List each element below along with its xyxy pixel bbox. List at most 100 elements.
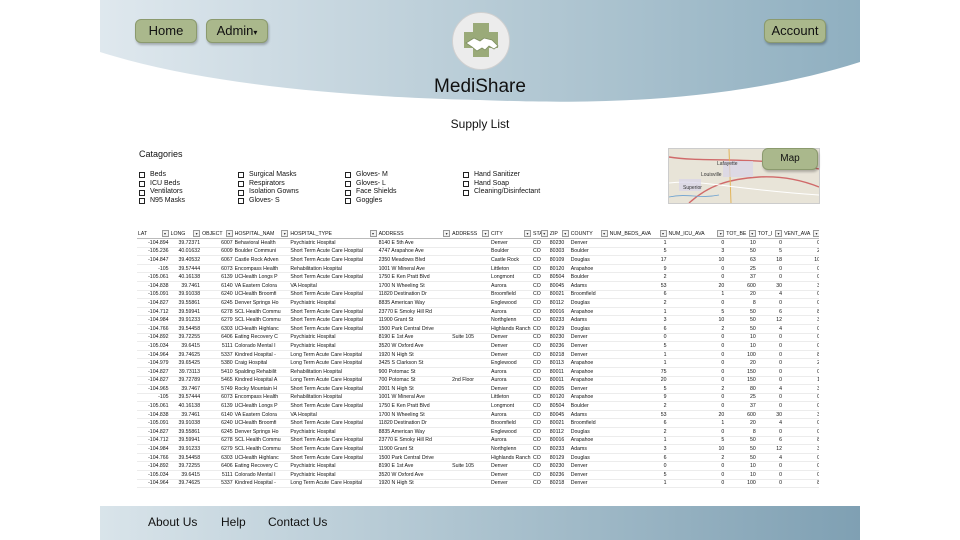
category-item[interactable]: Gloves- M <box>345 171 396 180</box>
column-header[interactable]: ADDRESS ▾ <box>451 229 490 239</box>
column-header[interactable]: NUM_BEDS_AVA ▾ <box>608 229 668 239</box>
account-button[interactable]: Account <box>764 19 826 43</box>
category-checkbox[interactable] <box>139 189 145 196</box>
category-checkbox[interactable] <box>238 181 244 188</box>
table-row[interactable]: -104.984 39.91233 6279 SCL Health Commu Shor… <box>137 315 819 325</box>
table-row[interactable]: -104.892 39.72255 6406 Eating Recovery C Psy… <box>137 333 819 343</box>
column-header[interactable]: TOT_BE ▾ <box>725 229 757 239</box>
filter-dropdown-icon[interactable]: ▾ <box>775 230 783 237</box>
column-header[interactable]: VENT_AVA ▾ <box>783 229 819 239</box>
home-button[interactable]: Home <box>135 19 197 43</box>
table-row[interactable]: -105.034 39.6415 5111 Colorado Mental I Psyc… <box>137 470 819 480</box>
table-row[interactable]: -105 39.57444 6073 Encompass Health Rehabili… <box>137 393 819 403</box>
column-header[interactable]: LAT ▾ <box>137 229 170 239</box>
category-checkbox[interactable] <box>463 172 469 179</box>
category-item[interactable]: Cleaning/Disinfectant <box>463 188 540 197</box>
table-row[interactable]: -104.964 39.74625 5337 Kindred Hospital - Lo… <box>137 479 819 489</box>
map-button[interactable]: Map <box>762 148 818 170</box>
category-checkbox[interactable] <box>463 189 469 196</box>
help-link[interactable]: Help <box>221 515 246 529</box>
table-row[interactable]: -104.892 39.72255 6406 Eating Recovery C Psy… <box>137 461 819 472</box>
filter-dropdown-icon[interactable]: ▾ <box>540 230 548 237</box>
category-item[interactable]: Face Shields <box>345 188 396 197</box>
category-checkbox[interactable] <box>345 189 351 196</box>
table-row[interactable]: -105.236 40.01632 6009 Boulder Communi Short… <box>137 247 819 257</box>
table-row[interactable]: -104.827 39.55861 6245 Denver Springs Ho Psy… <box>137 298 819 308</box>
category-checkbox[interactable] <box>139 181 145 188</box>
category-checkbox[interactable] <box>345 172 351 179</box>
column-header[interactable]: STA ▾ <box>532 229 549 239</box>
column-header[interactable]: CITY ▾ <box>489 229 532 239</box>
category-item[interactable]: Isolation Gowns <box>238 188 299 197</box>
admin-menu-button[interactable]: Admin▾ <box>206 19 268 43</box>
table-row[interactable]: -105.061 40.16138 6139 UCHealth Longs P Shor… <box>137 272 819 282</box>
table-row[interactable]: -104.838 39.7461 6140 VA Eastern Colora VA H… <box>137 281 819 291</box>
table-row[interactable]: -105.091 39.91038 6240 UCHealth Broomfi Shor… <box>137 418 819 429</box>
column-header[interactable]: NUM_ICU_AVA ▾ <box>667 229 726 239</box>
column-header[interactable]: COUNTY ▾ <box>569 229 609 239</box>
filter-dropdown-icon[interactable]: ▾ <box>748 230 756 237</box>
table-row[interactable]: -104.979 39.65425 5380 Craig Hospital Long T… <box>137 358 819 368</box>
category-item[interactable]: Hand Sanitizer <box>463 171 540 180</box>
category-item[interactable]: N95 Masks <box>139 197 185 206</box>
table-row[interactable]: -105.061 40.16138 6139 UCHealth Longs P Shor… <box>137 401 819 411</box>
table-row[interactable]: -104.712 39.59941 6278 SCL Health Commu Shor… <box>137 436 819 446</box>
filter-dropdown-icon[interactable]: ▾ <box>281 230 289 237</box>
filter-dropdown-icon[interactable]: ▾ <box>193 230 201 237</box>
table-row[interactable]: -104.964 39.74625 5337 Kindred Hospital - Lo… <box>137 350 819 360</box>
table-row[interactable]: -105 39.57444 6073 Encompass Health Rehabili… <box>137 264 819 274</box>
table-row[interactable]: -104.766 39.54458 6303 UCHealth Highlanc Sho… <box>137 324 819 334</box>
column-header[interactable]: ZIP ▾ <box>548 229 570 239</box>
contact-us-link[interactable]: Contact Us <box>268 515 327 529</box>
category-item[interactable]: Goggles <box>345 197 396 206</box>
table-cell: 1700 N Wheeling St <box>377 410 452 420</box>
table-row[interactable]: -104.827 39.73113 5410 Spalding Rehabilit Re… <box>137 367 819 377</box>
table-row[interactable]: -104.838 39.7461 6140 VA Eastern Colora VA H… <box>137 410 819 420</box>
table-row[interactable]: -104.827 39.55861 6245 Denver Springs Ho Psy… <box>137 427 819 437</box>
category-item[interactable]: Surgical Masks <box>238 171 299 180</box>
category-item[interactable]: Beds <box>139 171 185 180</box>
category-item[interactable]: Gloves- L <box>345 180 396 189</box>
category-item[interactable]: ICU Beds <box>139 180 185 189</box>
table-row[interactable]: -104.827 39.72789 5465 Kindred Hospital A Lo… <box>137 376 819 386</box>
table-row[interactable]: -104.965 39.7467 5749 Rocky Mountain H Short… <box>137 384 819 394</box>
category-checkbox[interactable] <box>139 198 145 205</box>
category-item[interactable]: Respirators <box>238 180 299 189</box>
filter-dropdown-icon[interactable]: ▾ <box>717 230 725 237</box>
table-row[interactable]: -105.091 39.91038 6240 UCHealth Broomfi Shor… <box>137 290 819 300</box>
filter-dropdown-icon[interactable]: ▾ <box>561 230 569 237</box>
column-header[interactable]: ADDRESS ▾ <box>377 229 452 239</box>
table-row[interactable]: -105.034 39.6415 5111 Colorado Mental I Psyc… <box>137 341 819 351</box>
category-checkbox[interactable] <box>345 198 351 205</box>
table-row[interactable]: -104.766 39.54458 6303 UCHealth Highlanc Sho… <box>137 453 819 463</box>
table-row[interactable]: -104.712 39.59941 6278 SCL Health Commu Shor… <box>137 307 819 317</box>
filter-dropdown-icon[interactable]: ▾ <box>225 230 233 237</box>
category-checkbox[interactable] <box>238 172 244 179</box>
category-checkbox[interactable] <box>238 189 244 196</box>
category-checkbox[interactable] <box>463 181 469 188</box>
filter-dropdown-icon[interactable]: ▾ <box>659 230 667 237</box>
column-header[interactable]: OBJECT ▾ <box>201 229 234 239</box>
table-row[interactable]: -104.984 39.91233 6279 SCL Health Commu Shor… <box>137 444 819 454</box>
column-header[interactable]: HOSPITAL_NAM ▾ <box>233 229 290 239</box>
column-header[interactable]: HOSPITAL_TYPE ▾ <box>289 229 378 239</box>
category-item[interactable]: Gloves- S <box>238 197 299 206</box>
category-item[interactable]: Hand Soap <box>463 180 540 189</box>
about-us-link[interactable]: About Us <box>148 515 197 529</box>
category-item[interactable]: Ventilators <box>139 188 185 197</box>
filter-dropdown-icon[interactable]: ▾ <box>369 230 377 237</box>
table-row[interactable]: -104.847 39.40532 6067 Castle Rock Adven Sho… <box>137 255 819 265</box>
filter-dropdown-icon[interactable]: ▾ <box>161 230 169 237</box>
category-checkbox[interactable] <box>345 181 351 188</box>
table-row[interactable]: -104.894 39.72371 6007 Behavioral Health Psy… <box>137 238 819 248</box>
supply-table-container[interactable]: LAT ▾ LONG ▾ OBJECT ▾ HOSPITAL_NAM ▾ HOSPITAL_TY… <box>137 229 819 508</box>
filter-dropdown-icon[interactable]: ▾ <box>600 230 608 237</box>
filter-dropdown-icon[interactable]: ▾ <box>813 230 819 237</box>
column-header[interactable]: LONG ▾ <box>169 229 202 239</box>
filter-dropdown-icon[interactable]: ▾ <box>443 230 451 237</box>
category-checkbox[interactable] <box>139 172 145 179</box>
category-checkbox[interactable] <box>238 198 244 205</box>
filter-dropdown-icon[interactable]: ▾ <box>481 230 489 237</box>
column-header[interactable]: TOT_I ▾ <box>756 229 784 239</box>
filter-dropdown-icon[interactable]: ▾ <box>524 230 531 237</box>
